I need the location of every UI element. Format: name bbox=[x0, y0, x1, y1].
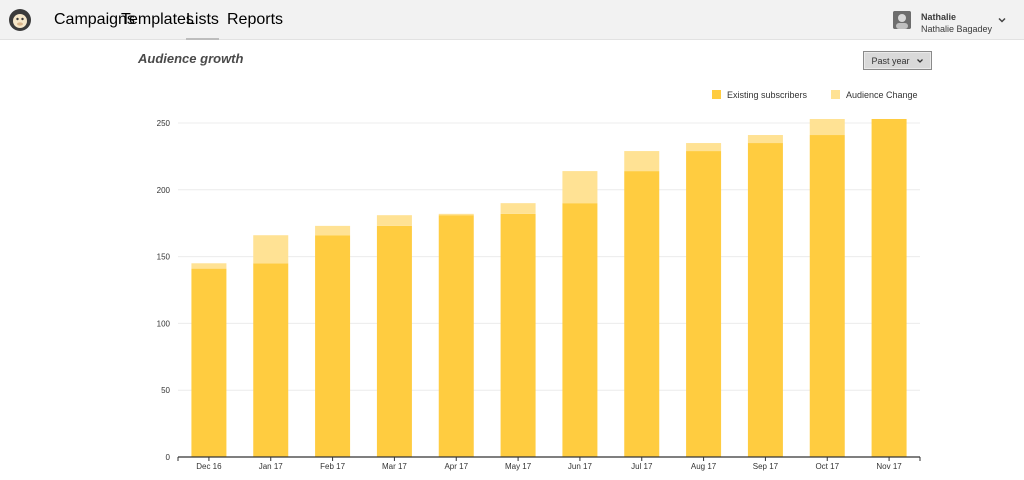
bar-audience-change[interactable] bbox=[253, 235, 289, 264]
bar-audience-change[interactable] bbox=[438, 213, 474, 216]
y-tick-label: 0 bbox=[166, 453, 171, 462]
x-tick-label: Oct 17 bbox=[815, 462, 839, 471]
legend-swatch bbox=[712, 90, 721, 99]
x-tick-label: Apr 17 bbox=[444, 462, 468, 471]
bar-existing-subscribers[interactable] bbox=[191, 268, 227, 457]
bar-existing-subscribers[interactable] bbox=[438, 215, 474, 457]
legend-label: Audience Change bbox=[846, 90, 918, 100]
bar-audience-change[interactable] bbox=[315, 225, 351, 236]
y-tick-label: 50 bbox=[161, 386, 170, 395]
y-tick-label: 250 bbox=[157, 119, 171, 128]
bar-audience-change[interactable] bbox=[624, 151, 660, 172]
bar-existing-subscribers[interactable] bbox=[809, 135, 845, 458]
bar-audience-change[interactable] bbox=[747, 135, 783, 144]
x-tick-label: Feb 17 bbox=[320, 462, 345, 471]
bar-existing-subscribers[interactable] bbox=[253, 263, 289, 457]
y-tick-label: 100 bbox=[157, 319, 171, 328]
bar-audience-change[interactable] bbox=[562, 171, 598, 204]
x-tick-label: Jan 17 bbox=[259, 462, 284, 471]
bar-audience-change[interactable] bbox=[500, 203, 536, 214]
x-tick-label: May 17 bbox=[505, 462, 532, 471]
y-tick-label: 200 bbox=[157, 186, 171, 195]
legend-swatch bbox=[831, 90, 840, 99]
bar-audience-change[interactable] bbox=[809, 118, 845, 136]
bar-existing-subscribers[interactable] bbox=[624, 171, 660, 457]
bar-existing-subscribers[interactable] bbox=[686, 151, 722, 457]
audience-growth-chart: 0 50 100 150 200 250 Dec 16 Jan 17 Feb 17 Mar 17 A… bbox=[157, 90, 921, 471]
bar-existing-subscribers[interactable] bbox=[562, 203, 598, 457]
x-tick-label: Sep 17 bbox=[753, 462, 779, 471]
x-tick-label: Aug 17 bbox=[691, 462, 717, 471]
bar-existing-subscribers[interactable] bbox=[747, 143, 783, 458]
x-tick-label: Jun 17 bbox=[568, 462, 593, 471]
y-tick-label: 150 bbox=[157, 253, 171, 262]
bar-audience-change[interactable] bbox=[376, 215, 412, 226]
bar-existing-subscribers[interactable] bbox=[315, 235, 351, 457]
x-tick-label: Jul 17 bbox=[631, 462, 653, 471]
x-tick-label: Mar 17 bbox=[382, 462, 407, 471]
bar-existing-subscribers[interactable] bbox=[500, 213, 536, 457]
x-tick-label: Nov 17 bbox=[876, 462, 902, 471]
bar-audience-change[interactable] bbox=[686, 143, 722, 152]
legend-label: Existing subscribers bbox=[727, 90, 808, 100]
bar-existing-subscribers[interactable] bbox=[376, 225, 412, 457]
bar-existing-subscribers[interactable] bbox=[871, 118, 907, 457]
bar-audience-change[interactable] bbox=[191, 263, 227, 269]
x-tick-label: Dec 16 bbox=[196, 462, 222, 471]
